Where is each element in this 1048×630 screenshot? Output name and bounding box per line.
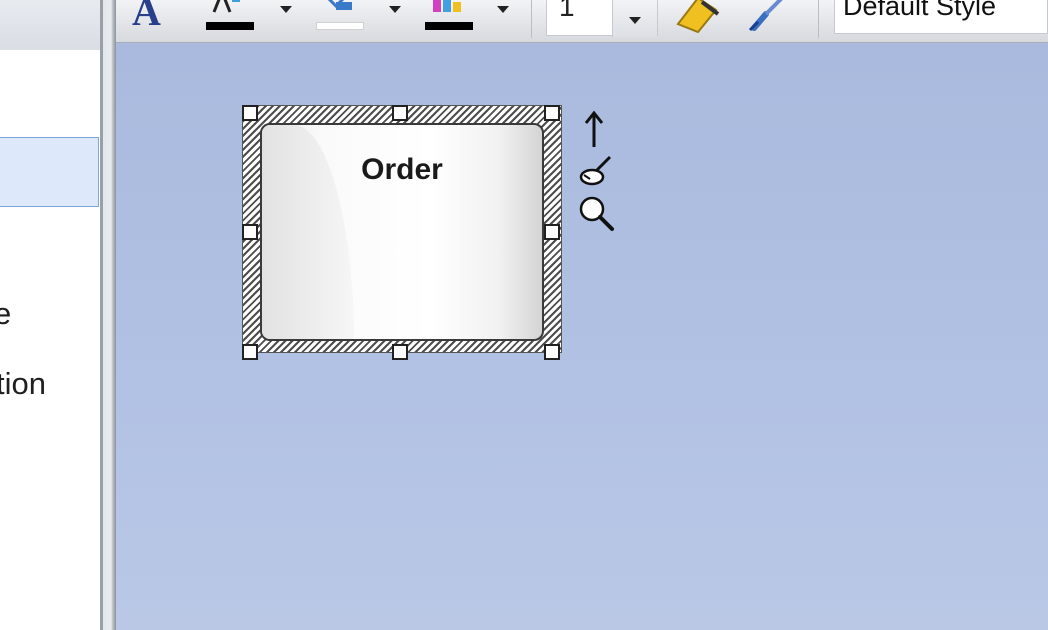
resize-handle-left[interactable]: [242, 224, 258, 240]
quick-linker-arrow-icon[interactable]: [576, 109, 616, 149]
format-toolbar: A 1 Default Style: [116, 0, 1048, 43]
line-color-icon: [433, 0, 461, 12]
element-name[interactable]: Order: [262, 153, 542, 187]
resize-handle-top-left[interactable]: [242, 105, 258, 121]
line-color-button[interactable]: [425, 0, 475, 34]
left-panel-toolbar: [0, 0, 100, 50]
panel-splitter[interactable]: [100, 0, 116, 630]
style-selector-value[interactable]: Default Style: [843, 0, 996, 22]
style-selector[interactable]: Default Style: [834, 0, 1048, 34]
resize-handle-bottom-left[interactable]: [242, 344, 258, 360]
fill-color-swatch: [316, 22, 364, 30]
line-width-value[interactable]: 1: [559, 0, 575, 23]
line-color-dropdown-icon[interactable]: [497, 6, 509, 13]
left-panel: e tion: [0, 0, 100, 630]
resize-handle-bottom[interactable]: [392, 344, 408, 360]
font-color-dropdown-icon[interactable]: [280, 6, 292, 13]
fill-color-dropdown-icon[interactable]: [389, 6, 401, 13]
style-brush-icon[interactable]: [744, 0, 792, 34]
left-panel-item-label[interactable]: e: [0, 296, 11, 332]
chevron-down-icon: [629, 17, 641, 24]
resize-handle-top[interactable]: [392, 105, 408, 121]
fill-color-icon: [327, 0, 352, 10]
line-color-swatch: [425, 22, 473, 30]
toolbar-separator: [531, 0, 532, 38]
diagram-element-order[interactable]: Order: [260, 123, 544, 341]
resize-handle-bottom-right[interactable]: [544, 344, 560, 360]
diagram-canvas[interactable]: Order: [116, 43, 1048, 630]
zoom-magnifier-icon[interactable]: [576, 193, 616, 233]
line-width-spinner[interactable]: 1: [546, 0, 658, 37]
format-painter-icon[interactable]: [672, 0, 724, 34]
toolbar-separator: [818, 0, 819, 38]
resize-handle-top-right[interactable]: [544, 105, 560, 121]
font-color-icon: [212, 0, 240, 13]
line-width-spin-button[interactable]: [612, 0, 657, 37]
font-color-button[interactable]: [206, 0, 256, 34]
left-panel-item-label[interactable]: tion: [0, 366, 46, 402]
appearance-brush-icon[interactable]: [576, 151, 616, 191]
font-button[interactable]: A: [132, 0, 161, 34]
fill-color-button[interactable]: [316, 0, 366, 34]
font-color-swatch: [206, 22, 254, 30]
resize-handle-right[interactable]: [544, 224, 560, 240]
left-panel-selected-item[interactable]: [0, 137, 99, 207]
